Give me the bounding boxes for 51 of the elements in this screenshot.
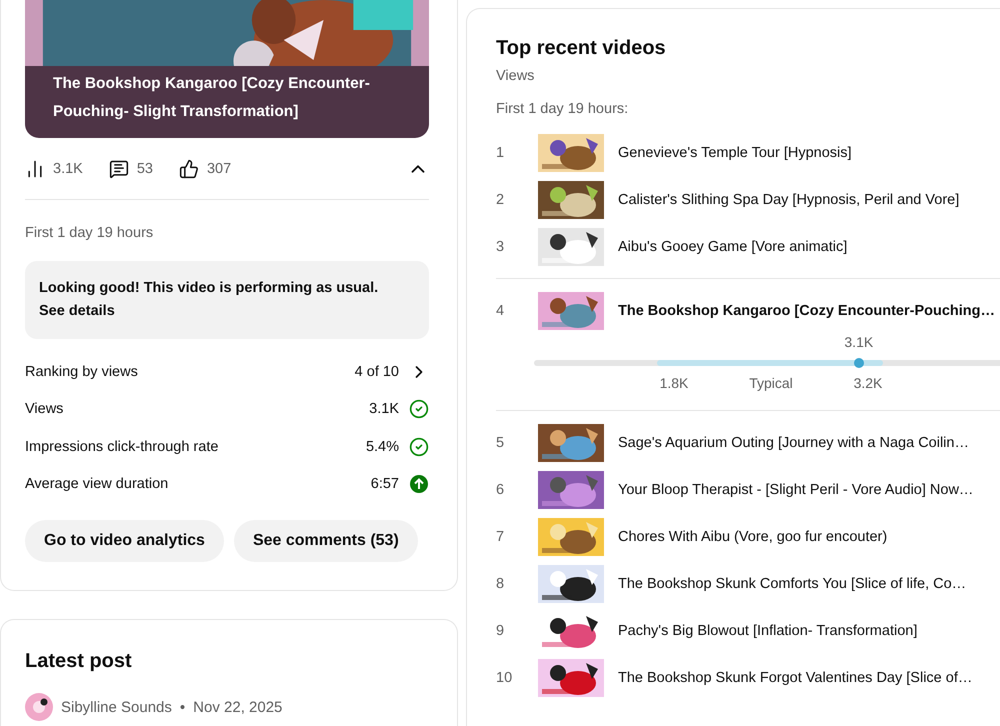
value-label: 3.1K bbox=[844, 334, 874, 350]
thumbs-up-icon bbox=[178, 158, 199, 178]
metric-value: 6:57 bbox=[370, 476, 399, 492]
metric-label: Views bbox=[25, 401, 64, 418]
video-title[interactable]: Calister's Slithing Spa Day [Hypnosis, Peril and Vore] bbox=[618, 192, 960, 208]
metric-value: 5.4% bbox=[366, 438, 399, 455]
stat-value: 3.1K bbox=[53, 160, 83, 176]
video-title[interactable]: The Bookshop Skunk Forgot Valentines Day [Slice of… bbox=[618, 670, 972, 686]
metric-value: 4 of 10 bbox=[354, 364, 399, 380]
metric-label: Ranking by views bbox=[25, 364, 138, 380]
metric-label: Impressions click-through rate bbox=[25, 438, 218, 455]
author-name[interactable]: Sibylline Sounds bbox=[61, 698, 172, 716]
rank-number: 2 bbox=[496, 192, 506, 208]
action-button[interactable]: See comments (53) bbox=[234, 520, 418, 562]
stat-value: 53 bbox=[136, 160, 153, 176]
action-button[interactable]: Go to video analytics bbox=[25, 520, 224, 562]
see-details-link[interactable]: See details bbox=[39, 300, 115, 323]
metric-subtitle: Views bbox=[496, 68, 536, 84]
separator-dot: • bbox=[180, 698, 186, 716]
section-title: Top recent videos bbox=[496, 37, 667, 60]
rank-number: 10 bbox=[496, 670, 514, 686]
video-title[interactable]: The Bookshop Kangaroo [Cozy Encounter-Pouching… bbox=[618, 302, 995, 318]
stat-value: 307 bbox=[206, 160, 232, 176]
section-title: Latest post bbox=[25, 650, 133, 673]
video-title[interactable]: Genevieve's Temple Tour [Hypnosis] bbox=[618, 144, 852, 160]
period-label: First 1 day 19 hours: bbox=[496, 101, 630, 117]
metric-value: 3.1K bbox=[369, 401, 399, 418]
rank-number: 5 bbox=[496, 434, 506, 450]
metric-label: Average view duration bbox=[25, 476, 168, 492]
notice-text: Looking good! This video is performing as usual. bbox=[39, 279, 380, 298]
video-title[interactable]: Pachy's Big Blowout [Inflation- Transformation] bbox=[618, 622, 918, 638]
comment-icon bbox=[108, 158, 129, 178]
rank-number: 8 bbox=[496, 576, 506, 592]
period-label: First 1 day 19 hours bbox=[25, 225, 154, 241]
post-date: Nov 22, 2025 bbox=[193, 698, 282, 716]
range-high-label: 3.2K bbox=[854, 375, 882, 391]
video-title[interactable]: Your Bloop Therapist - [Slight Peril - Vore Audio] Now… bbox=[618, 482, 974, 498]
rank-number: 7 bbox=[496, 528, 506, 544]
rank-number: 1 bbox=[496, 144, 506, 160]
rank-number: 3 bbox=[496, 238, 506, 254]
rank-number: 6 bbox=[496, 482, 506, 498]
video-title[interactable]: The Bookshop Skunk Comforts You [Slice of life, Co… bbox=[618, 576, 966, 592]
range-typical-label: Typical bbox=[749, 375, 793, 391]
video-title[interactable]: Chores With Aibu (Vore, goo fur encouter) bbox=[618, 528, 888, 544]
video-title[interactable]: Aibu's Gooey Game [Vore animatic] bbox=[618, 238, 848, 254]
video-title: The Bookshop Kangaroo [Cozy Encounter-Pouching- Slight Transformation] bbox=[52, 74, 371, 122]
rank-number: 4 bbox=[496, 302, 506, 318]
video-title[interactable]: Sage's Aquarium Outing [Journey with a Naga Coilin… bbox=[618, 434, 969, 450]
avatar bbox=[25, 693, 53, 721]
range-low-label: 1.8K bbox=[660, 375, 688, 391]
rank-number: 9 bbox=[496, 622, 506, 638]
